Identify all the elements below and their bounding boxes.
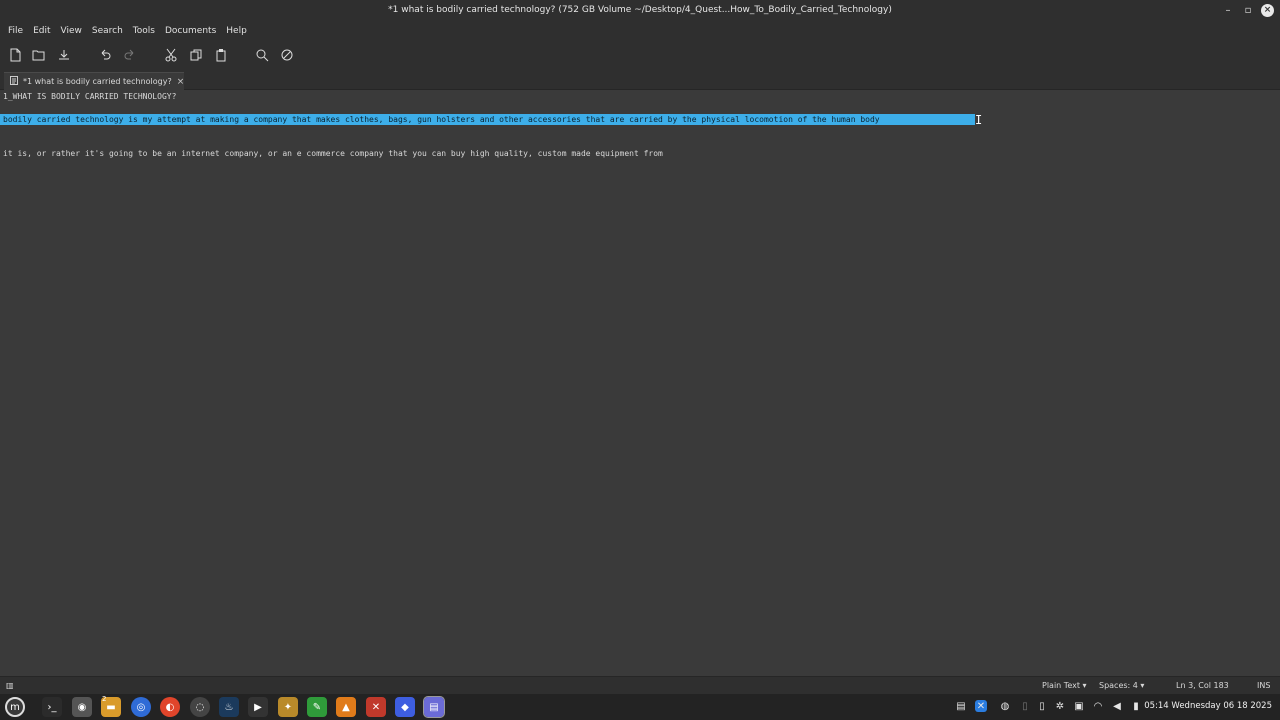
indent-selector[interactable]: Spaces: 4 ▾ <box>1099 681 1144 690</box>
cut-icon[interactable] <box>163 47 179 63</box>
window-title: *1 what is bodily carried technology? (7… <box>388 5 892 15</box>
menu-documents[interactable]: Documents <box>160 26 221 36</box>
volume-icon[interactable]: ◀ <box>1111 700 1123 712</box>
save-icon[interactable] <box>56 47 72 63</box>
vlc-icon[interactable]: ▲ <box>336 697 356 717</box>
update-icon[interactable]: ◍ <box>999 700 1011 712</box>
menu-file[interactable]: File <box>3 26 28 36</box>
start-menu-icon[interactable]: m <box>5 697 25 717</box>
menu-edit[interactable]: Edit <box>28 26 55 36</box>
minimize-button[interactable]: – <box>1221 3 1235 17</box>
tab-document[interactable]: *1 what is bodily carried technology? × <box>4 72 184 90</box>
bluetooth-icon[interactable]: ▯ <box>1019 700 1031 712</box>
terminal-icon[interactable]: ›_ <box>42 697 62 717</box>
menu-view[interactable]: View <box>56 26 87 36</box>
spaces-label: Spaces: 4 <box>1099 681 1138 690</box>
side-panel-toggle-icon[interactable]: ▥ <box>6 681 14 690</box>
network-app-icon[interactable]: ✕ <box>975 700 987 712</box>
cursor-position: Ln 3, Col 183 <box>1176 681 1229 690</box>
browser-icon[interactable]: ◐ <box>160 697 180 717</box>
window-controls: – ▫ × <box>1221 3 1274 17</box>
settings-icon[interactable]: ✲ <box>1054 700 1066 712</box>
app-icon[interactable]: ◌ <box>190 697 210 717</box>
text-cursor-icon: I <box>975 113 983 127</box>
open-icon[interactable] <box>31 47 47 63</box>
text-editor-icon[interactable]: ▤ <box>423 696 445 718</box>
status-bar: ▥ Plain Text ▾ Spaces: 4 ▾ Ln 3, Col 183… <box>0 676 1280 694</box>
chrome-icon[interactable]: ◎ <box>131 697 151 717</box>
menu-bar: File Edit View Search Tools Documents He… <box>0 22 1280 40</box>
clock[interactable]: 05:14 Wednesday 06 18 2025 <box>1144 701 1272 711</box>
maximize-button[interactable]: ▫ <box>1241 3 1255 17</box>
tab-label: *1 what is bodily carried technology? <box>23 77 172 86</box>
storage-icon[interactable]: ▯ <box>1036 700 1048 712</box>
find-icon[interactable] <box>254 47 270 63</box>
media-icon[interactable]: ✕ <box>366 697 386 717</box>
video-editor-icon[interactable]: ▶ <box>248 697 268 717</box>
text-editor[interactable]: 1_WHAT IS BODILY CARRIED TECHNOLOGY? bod… <box>0 91 1280 675</box>
disk-utility-icon[interactable]: ◉ <box>72 697 92 717</box>
wifi-icon[interactable]: ◠ <box>1092 700 1104 712</box>
title-bar: *1 what is bodily carried technology? (7… <box>0 0 1280 22</box>
battery-icon[interactable]: ▮ <box>1130 700 1142 712</box>
clipboard-icon[interactable]: ▤ <box>955 700 967 712</box>
copy-icon[interactable] <box>188 47 204 63</box>
display-icon[interactable]: ▣ <box>1073 700 1085 712</box>
menu-help[interactable]: Help <box>221 26 252 36</box>
undo-icon[interactable] <box>97 47 113 63</box>
notification-badge: 2 <box>102 695 107 703</box>
tab-close-icon[interactable]: × <box>177 77 185 87</box>
editor-line-selected[interactable]: bodily carried technology is my attempt … <box>0 114 975 125</box>
taskbar: m ›_ ◉ ▬ 2 ◎ ◐ ◌ ♨ ▶ ✦ ✎ ▲ ✕ ◆ ▤ ▤ ✕ ◍ ▯… <box>0 694 1280 720</box>
editor-line[interactable]: it is, or rather it's going to be an int… <box>3 148 663 159</box>
clear-formatting-icon[interactable] <box>279 47 295 63</box>
document-icon <box>10 75 18 88</box>
toolbar <box>0 40 1280 70</box>
chat-icon[interactable]: ◆ <box>395 697 415 717</box>
syntax-label: Plain Text <box>1042 681 1080 690</box>
steam-icon[interactable]: ♨ <box>219 697 239 717</box>
close-button[interactable]: × <box>1261 3 1274 17</box>
insert-mode: INS <box>1257 681 1271 690</box>
tab-bar: *1 what is bodily carried technology? × <box>0 70 1280 90</box>
redo-icon[interactable] <box>122 47 138 63</box>
editor-line[interactable]: 1_WHAT IS BODILY CARRIED TECHNOLOGY? <box>3 91 176 102</box>
paste-icon[interactable] <box>213 47 229 63</box>
menu-tools[interactable]: Tools <box>128 26 160 36</box>
drawing-icon[interactable]: ✎ <box>307 697 327 717</box>
menu-search[interactable]: Search <box>87 26 128 36</box>
game-icon[interactable]: ✦ <box>278 697 298 717</box>
new-document-icon[interactable] <box>7 47 23 63</box>
syntax-selector[interactable]: Plain Text ▾ <box>1042 681 1087 690</box>
